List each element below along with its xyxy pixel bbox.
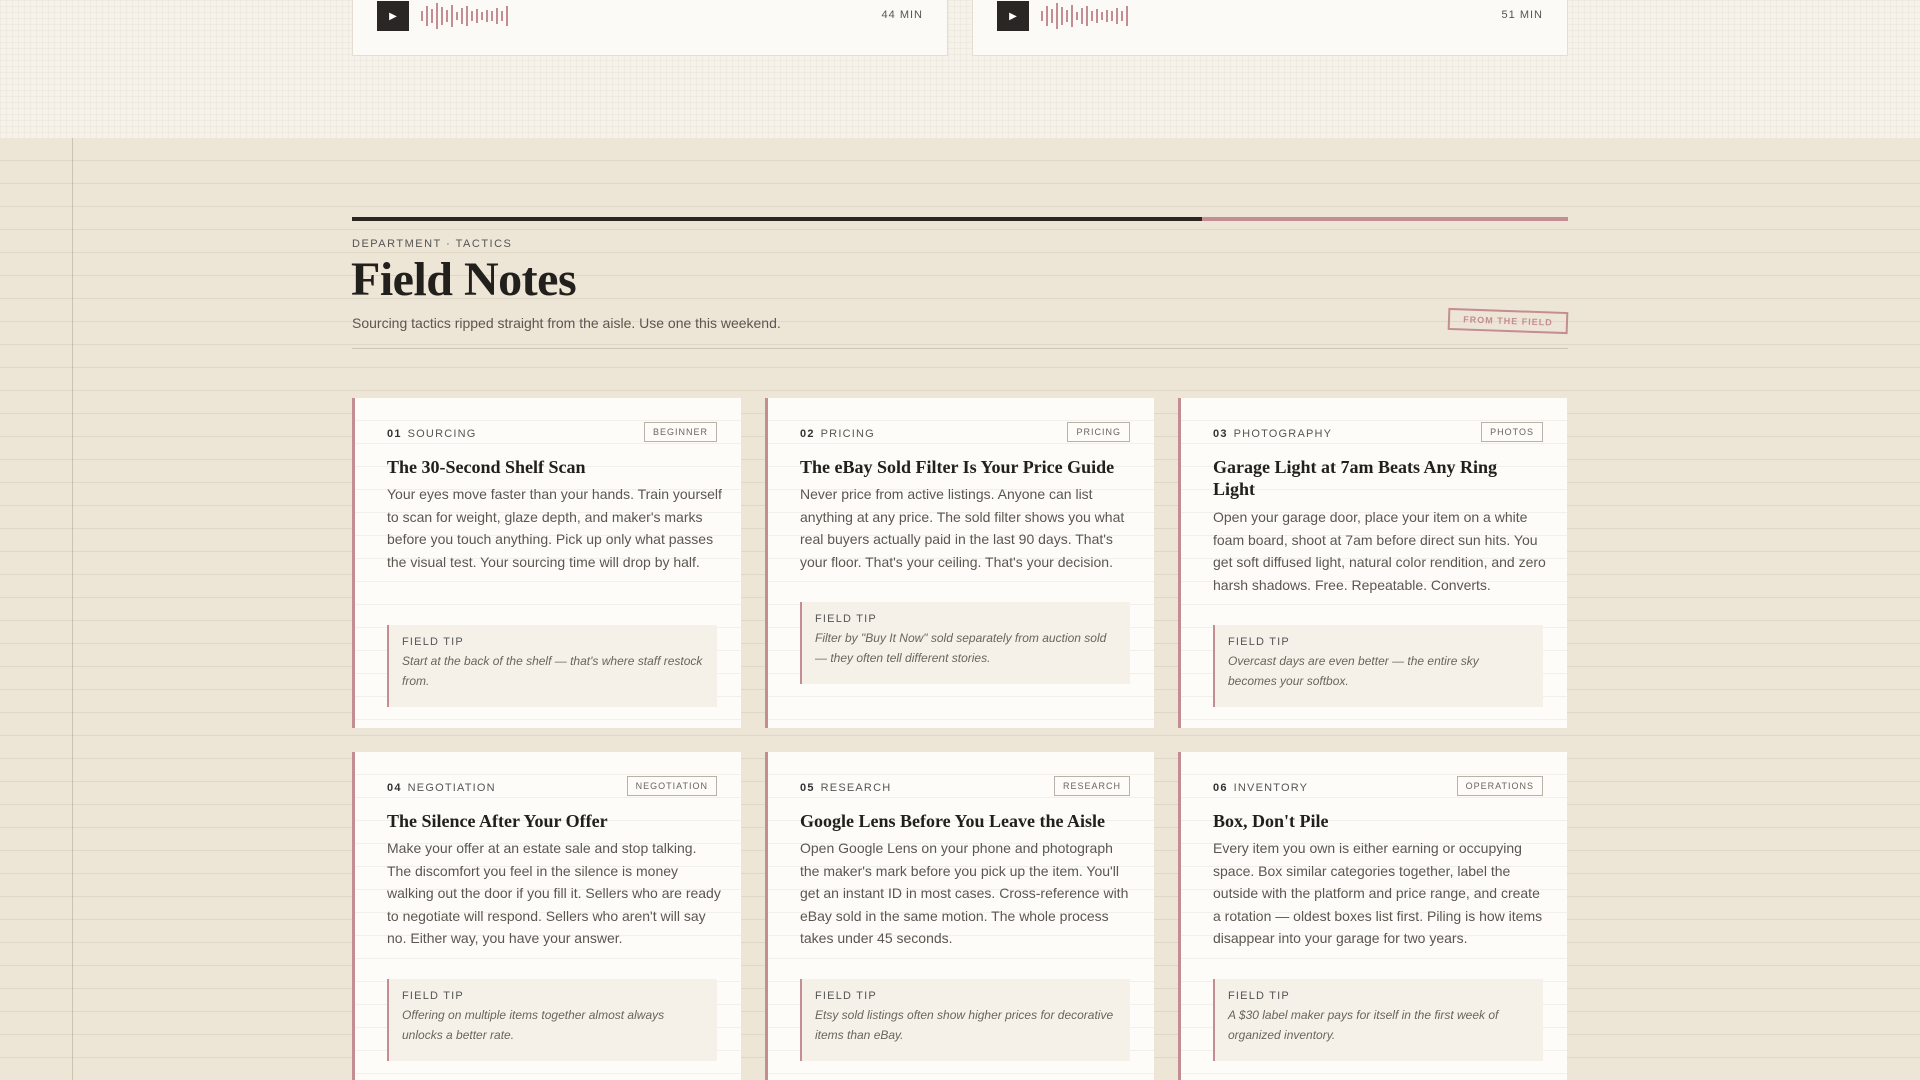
card-body: Every item you own is either earning or … [1213,840,1543,947]
card-body: Never price from active listings. Anyone… [800,486,1125,570]
play-icon: ▶ [389,10,397,22]
divider [352,348,1568,349]
field-tip-text: Etsy sold listings often show higher pri… [815,1008,1114,1042]
card-body: Open your garage door, place your item o… [1213,509,1546,593]
card-title: The Silence After Your Offer [387,811,608,831]
field-notes-section: DEPARTMENT · TACTICS Field Notes Sourcin… [0,138,1920,1080]
field-tip-text: Filter by "Buy It Now" sold separately f… [815,631,1107,665]
card-body: Open Google Lens on your phone and photo… [800,840,1129,947]
section-rule [352,217,1568,221]
field-tip: FIELD TIP A $30 label maker pays for its… [1213,979,1543,1061]
card-title: Box, Don't Pile [1213,811,1329,831]
field-tip: FIELD TIP Etsy sold listings often show … [800,979,1130,1061]
field-tip-label: FIELD TIP [1228,636,1290,648]
waveform [421,3,508,29]
episode-card[interactable]: ▶ 44 MIN [352,0,948,56]
card-meta: 03 PHOTOGRAPHY [1213,428,1333,440]
card-meta: 05 RESEARCH [800,782,892,794]
card-tag: PHOTOS [1481,422,1543,442]
card-tag: RESEARCH [1053,776,1130,796]
margin-line [72,138,73,1080]
card-body: Your eyes move faster than your hands. T… [387,486,722,570]
section-eyebrow: DEPARTMENT · TACTICS [352,238,513,250]
play-button[interactable]: ▶ [997,1,1029,31]
card-body: Make your offer at an estate sale and st… [387,840,721,947]
card-meta: 01 SOURCING [387,428,477,440]
field-tip-label: FIELD TIP [402,636,464,648]
card-title: The eBay Sold Filter Is Your Price Guide [800,457,1115,477]
episode-card[interactable]: ▶ 51 MIN [972,0,1568,56]
card-tag: BEGINNER [643,422,717,442]
card-title: The 30-Second Shelf Scan [387,457,586,477]
field-tip-text: Offering on multiple items together almo… [402,1008,665,1042]
tactic-card[interactable]: 03 PHOTOGRAPHY PHOTOS Garage Light at 7am… [1178,398,1567,728]
card-title: Garage Light at 7am Beats Any Ring Light [1213,457,1498,499]
from-the-field-stamp: FROM THE FIELD [1447,307,1569,335]
card-meta: 02 PRICING [800,428,875,440]
card-meta: 04 NEGOTIATION [387,782,496,794]
field-tip-text: A $30 label maker pays for itself in the… [1228,1008,1499,1042]
tactic-card[interactable]: 06 INVENTORY OPERATIONS Box, Don't Pile E… [1178,752,1567,1080]
field-tip: FIELD TIP Start at the back of the shelf… [387,625,717,707]
episodes-strip: ▶ 44 MIN ▶ 51 MIN [0,0,1920,138]
section-title: Field Notes [351,253,577,306]
field-tip: FIELD TIP Offering on multiple items tog… [387,979,717,1061]
card-tag: NEGOTIATION [626,776,717,796]
tactic-card[interactable]: 01 SOURCING BEGINNER The 30-Second Shelf … [352,398,741,728]
field-tip: FIELD TIP Filter by "Buy It Now" sold se… [800,602,1130,684]
card-meta: 06 INVENTORY [1213,782,1309,794]
card-tag: OPERATIONS [1456,776,1543,796]
section-subtitle: Sourcing tactics ripped straight from th… [352,315,781,331]
field-tip: FIELD TIP Overcast days are even better … [1213,625,1543,707]
field-tip-label: FIELD TIP [815,990,877,1002]
episode-duration: 51 MIN [1501,9,1543,21]
card-title: Google Lens Before You Leave the Aisle [800,811,1105,831]
tactic-card[interactable]: 04 NEGOTIATION NEGOTIATION The Silence Af… [352,752,741,1080]
field-tip-label: FIELD TIP [1228,990,1290,1002]
episode-duration: 44 MIN [881,9,923,21]
tactic-card[interactable]: 02 PRICING PRICING The eBay Sold Filter I… [765,398,1154,728]
field-tip-label: FIELD TIP [815,613,877,625]
field-tip-text: Start at the back of the shelf — that's … [402,654,703,688]
play-button[interactable]: ▶ [377,1,409,31]
field-tip-text: Overcast days are even better — the enti… [1228,654,1479,688]
waveform [1041,3,1128,29]
field-tip-label: FIELD TIP [402,990,464,1002]
card-tag: PRICING [1067,422,1130,442]
tactic-card[interactable]: 05 RESEARCH RESEARCH Google Lens Before Y… [765,752,1154,1080]
play-icon: ▶ [1009,10,1017,22]
